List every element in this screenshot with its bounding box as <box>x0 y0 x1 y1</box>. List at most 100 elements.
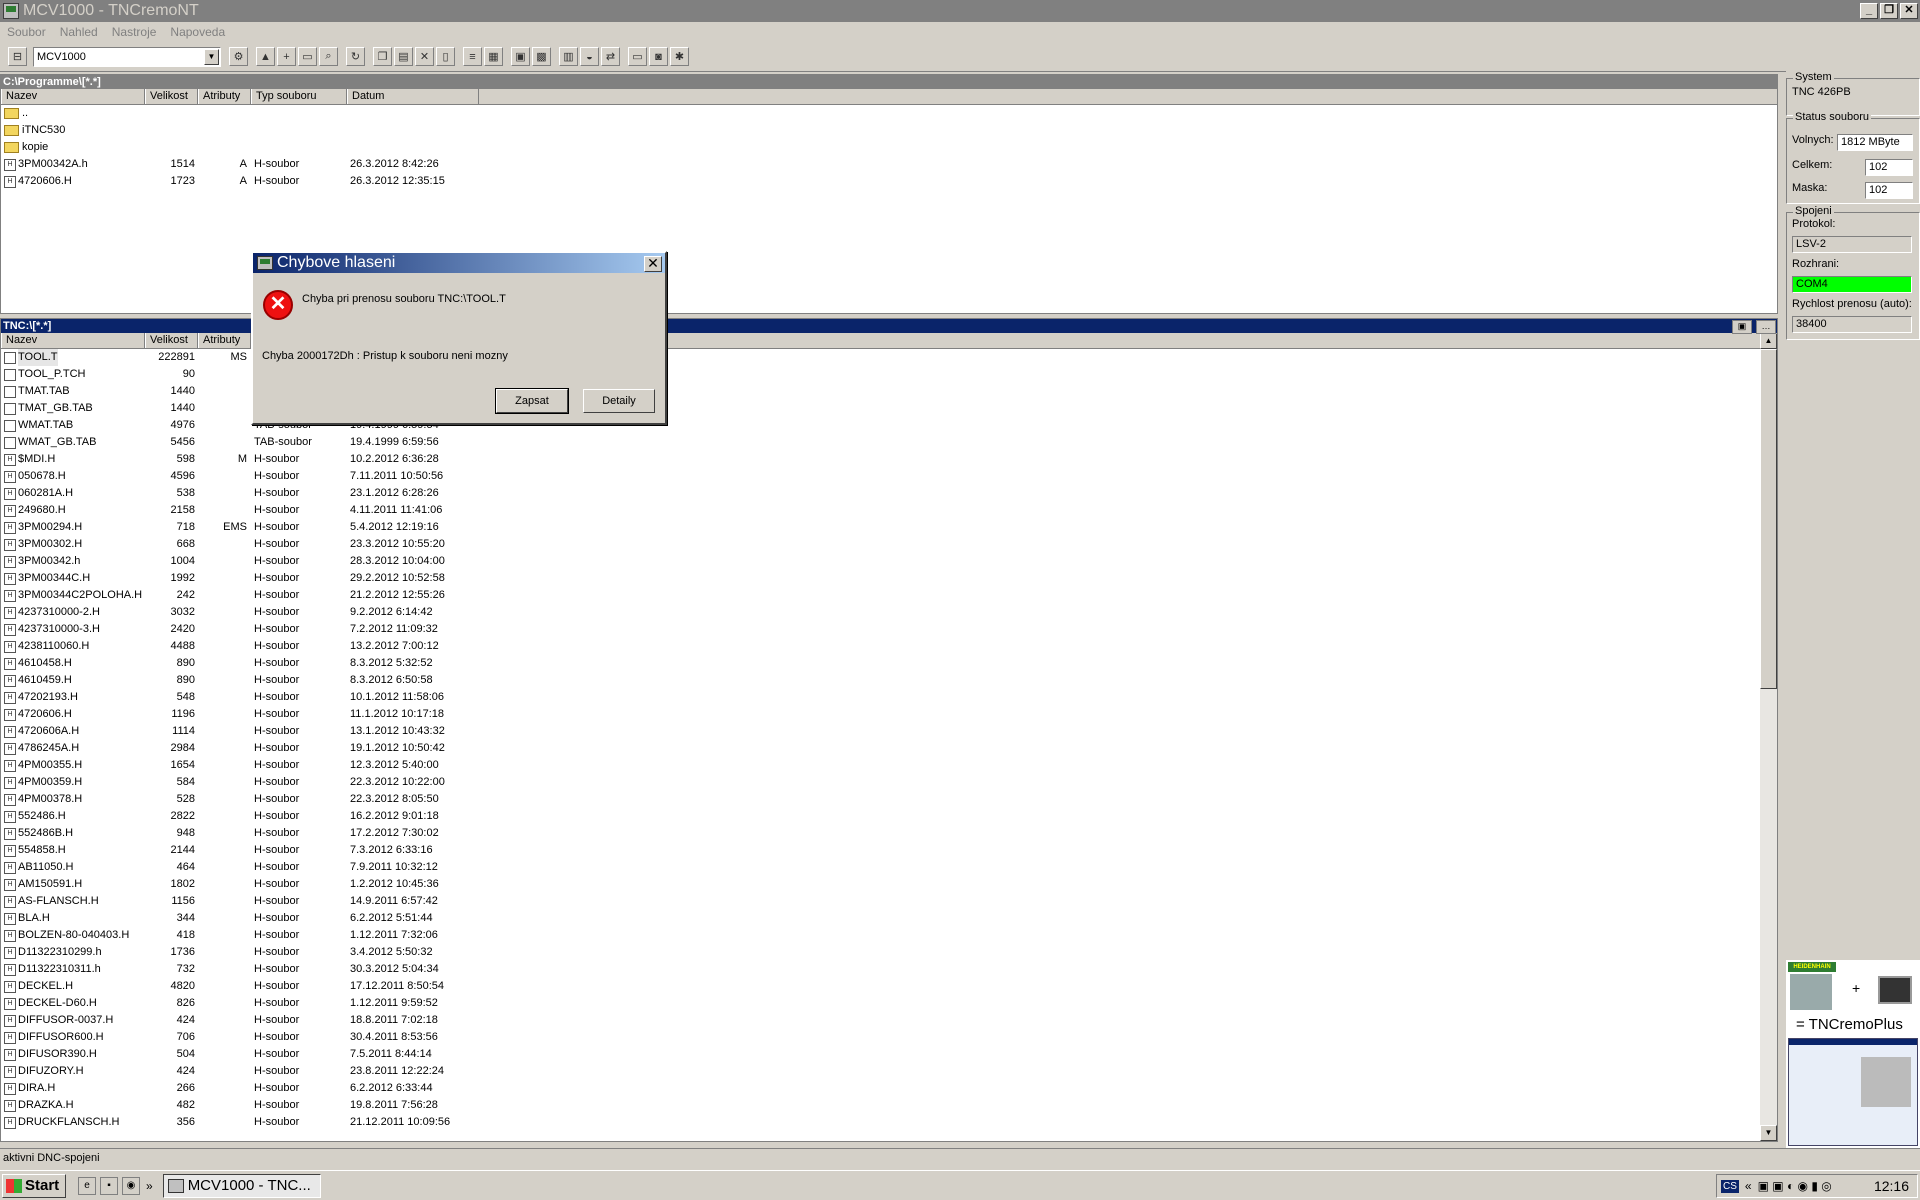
file-row[interactable]: H 4PM00355.H 1654 H-soubor 12.3.2012 5:40:00 <box>1 757 1777 774</box>
file-row[interactable]: H DRUCKFLANSCH.H 356 H-soubor 21.12.2011 10:… <box>1 1114 1777 1131</box>
file-row[interactable]: H $MDI.H 598 M H-soubor 10.2.2012 6:36:28 <box>1 451 1777 468</box>
file-row[interactable]: WMAT_GB.TAB 5456 TAB-soubor 19.4.1999 6:59:… <box>1 434 1777 451</box>
gear-icon[interactable]: ✱ <box>670 47 689 66</box>
file-row[interactable]: H AS-FLANSCH.H 1156 H-soubor 14.9.2011 6:57:… <box>1 893 1777 910</box>
col-size[interactable]: Velikost <box>145 89 198 104</box>
scroll-up-icon[interactable]: ▲ <box>1760 333 1777 349</box>
window-icon[interactable]: ▣ <box>511 47 530 66</box>
file-row[interactable]: H DECKEL-D60.H 826 H-soubor 1.12.2011 9:59:5… <box>1 995 1777 1012</box>
file-row[interactable]: H 4610459.H 890 H-soubor 8.3.2012 6:50:58 <box>1 672 1777 689</box>
file-row[interactable]: H 4720606.H 1723 A H-soubor 26.3.2012 12:35:1… <box>1 173 1777 190</box>
file-row[interactable]: H 4610458.H 890 H-soubor 8.3.2012 5:32:52 <box>1 655 1777 672</box>
menu-nahled[interactable]: Nahled <box>60 25 98 39</box>
search-icon[interactable]: ⌕ <box>319 47 338 66</box>
file-row[interactable]: H 4238110060.H 4488 H-soubor 13.2.2012 7:00:… <box>1 638 1777 655</box>
file-row[interactable]: H 552486.H 2822 H-soubor 16.2.2012 9:01:18 <box>1 808 1777 825</box>
refresh-icon[interactable]: ↻ <box>346 47 365 66</box>
settings-icon[interactable]: ⚙ <box>229 47 248 66</box>
file-row[interactable]: H DIFUSOR390.H 504 H-soubor 7.5.2011 8:44:14 <box>1 1046 1777 1063</box>
col-attr[interactable]: Atributy <box>198 333 251 348</box>
close-button[interactable]: ✕ <box>1900 3 1918 19</box>
folder-up-icon[interactable]: ▲ <box>256 47 275 66</box>
file-row[interactable]: H 4237310000-2.H 3032 H-soubor 9.2.2012 6:14… <box>1 604 1777 621</box>
maximize-button[interactable]: ❐ <box>1880 3 1898 19</box>
file-row[interactable]: H 3PM00294.H 718 EMS H-soubor 5.4.2012 12:19:… <box>1 519 1777 536</box>
file-row[interactable]: H D11322310311.h 732 H-soubor 30.3.2012 5:04… <box>1 961 1777 978</box>
file-row[interactable]: H 47202193.H 548 H-soubor 10.1.2012 11:58:06 <box>1 689 1777 706</box>
col-size[interactable]: Velikost <box>145 333 198 348</box>
disk-icon[interactable]: ◒ <box>580 47 599 66</box>
col-name[interactable]: Nazev <box>1 89 145 104</box>
file-row[interactable]: H 3PM00344C2POLOHA.H 242 H-soubor 21.2.2012 … <box>1 587 1777 604</box>
col-type[interactable]: Typ souboru <box>251 89 347 104</box>
file-row[interactable]: H AB11050.H 464 H-soubor 7.9.2011 10:32:12 <box>1 859 1777 876</box>
file-row[interactable]: H BLA.H 344 H-soubor 6.2.2012 5:51:44 <box>1 910 1777 927</box>
connection-combo[interactable]: MCV1000 ▼ <box>33 46 221 67</box>
detaily-button[interactable]: Detaily <box>583 389 655 413</box>
close-icon[interactable]: ✕ <box>644 256 662 272</box>
quicklaunch-more-icon[interactable]: » <box>146 1179 153 1193</box>
file-row[interactable]: H 552486B.H 948 H-soubor 17.2.2012 7:30:02 <box>1 825 1777 842</box>
file-row[interactable]: H 4786245A.H 2984 H-soubor 19.1.2012 10:50:4… <box>1 740 1777 757</box>
details-view-icon[interactable]: ▦ <box>484 47 503 66</box>
col-attr[interactable]: Atributy <box>198 89 251 104</box>
file-row[interactable]: H DIRA.H 266 H-soubor 6.2.2012 6:33:44 <box>1 1080 1777 1097</box>
list-view-icon[interactable]: ≡ <box>463 47 482 66</box>
file-row[interactable]: H 4720606A.H 1114 H-soubor 13.1.2012 10:43:3… <box>1 723 1777 740</box>
file-row[interactable]: H 3PM00344C.H 1992 H-soubor 29.2.2012 10:52:… <box>1 570 1777 587</box>
new-folder-icon[interactable]: + <box>277 47 296 66</box>
save-icon[interactable]: ▪ <box>100 1176 118 1195</box>
file-row[interactable]: H 554858.H 2144 H-soubor 7.3.2012 6:33:16 <box>1 842 1777 859</box>
file-row[interactable]: H DIFUZORY.H 424 H-soubor 23.8.2011 12:22:24 <box>1 1063 1777 1080</box>
chevron-down-icon[interactable]: ▼ <box>204 48 219 65</box>
chrome-icon[interactable]: ◉ <box>122 1176 140 1195</box>
file-row[interactable]: H 4720606.H 1196 H-soubor 11.1.2012 10:17:18 <box>1 706 1777 723</box>
file-row[interactable]: kopie <box>1 139 1777 156</box>
language-indicator[interactable]: CS <box>1721 1179 1739 1193</box>
scroll-thumb[interactable] <box>1760 349 1777 689</box>
start-button[interactable]: Start <box>2 1173 66 1198</box>
connection-icon[interactable]: ⊟ <box>8 47 27 66</box>
menu-nastroje[interactable]: Nastroje <box>112 25 157 39</box>
file-row[interactable]: H D11322310299.h 1736 H-soubor 3.4.2012 5:50… <box>1 944 1777 961</box>
tnc-scrollbar[interactable]: ▲ ▼ <box>1760 333 1777 1141</box>
rename-icon[interactable]: ▯ <box>436 47 455 66</box>
screen-icon[interactable]: ▭ <box>628 47 647 66</box>
more-button[interactable]: … <box>1756 320 1776 334</box>
machine-icon[interactable]: ▩ <box>532 47 551 66</box>
file-row[interactable]: .. <box>1 105 1777 122</box>
col-date[interactable]: Datum <box>347 89 479 104</box>
file-row[interactable]: H 050678.H 4596 H-soubor 7.11.2011 10:50:56 <box>1 468 1777 485</box>
file-row[interactable]: H 3PM00342.h 1004 H-soubor 28.3.2012 10:04:0… <box>1 553 1777 570</box>
copy-icon[interactable]: ❐ <box>373 47 392 66</box>
file-row[interactable]: H DIFFUSOR600.H 706 H-soubor 30.4.2011 8:53:… <box>1 1029 1777 1046</box>
file-row[interactable]: H DECKEL.H 4820 H-soubor 17.12.2011 8:50:54 <box>1 978 1777 995</box>
ie-icon[interactable]: e <box>78 1176 96 1195</box>
menu-napoveda[interactable]: Napoveda <box>170 25 225 39</box>
file-row[interactable]: iTNC530 <box>1 122 1777 139</box>
delete-icon[interactable]: ✕ <box>415 47 434 66</box>
scroll-down-icon[interactable]: ▼ <box>1760 1125 1777 1141</box>
file-row[interactable]: H 249680.H 2158 H-soubor 4.11.2011 11:41:06 <box>1 502 1777 519</box>
camera-icon[interactable]: ◙ <box>649 47 668 66</box>
file-row[interactable]: H AM150591.H 1802 H-soubor 1.2.2012 10:45:36 <box>1 876 1777 893</box>
taskbar-window-button[interactable]: MCV1000 - TNC... <box>162 1173 321 1198</box>
tray-expand-icon[interactable]: « <box>1745 1179 1752 1193</box>
open-icon[interactable]: ▤ <box>394 47 413 66</box>
minimize-button[interactable]: _ <box>1860 3 1878 19</box>
file-row[interactable]: H DRAZKA.H 482 H-soubor 19.8.2011 7:56:28 <box>1 1097 1777 1114</box>
file-row[interactable]: H DIFFUSOR-0037.H 424 H-soubor 18.8.2011 7:0… <box>1 1012 1777 1029</box>
tncremoplus-ad[interactable]: HEIDENHAIN + = TNCremoPlus <box>1786 960 1920 1148</box>
zapsat-button[interactable]: Zapsat <box>495 388 569 414</box>
file-row[interactable]: H 4237310000-3.H 2420 H-soubor 7.2.2012 11:0… <box>1 621 1777 638</box>
menu-soubor[interactable]: Soubor <box>7 25 46 39</box>
col-name[interactable]: Nazev <box>1 333 145 348</box>
transfer-icon[interactable]: ⇄ <box>601 47 620 66</box>
file-row[interactable]: H BOLZEN-80-040403.H 418 H-soubor 1.12.2011 … <box>1 927 1777 944</box>
tray-icons[interactable]: ▣ ▣ ◐ ◉ ▮ ◎ <box>1758 1179 1832 1193</box>
file-row[interactable]: H 060281A.H 538 H-soubor 23.1.2012 6:28:26 <box>1 485 1777 502</box>
folder-button[interactable]: ▣ <box>1732 320 1752 334</box>
open-folder-icon[interactable]: ▭ <box>298 47 317 66</box>
file-row[interactable]: H 3PM00342A.h 1514 A H-soubor 26.3.2012 8:42:… <box>1 156 1777 173</box>
file-row[interactable]: H 3PM00302.H 668 H-soubor 23.3.2012 10:55:20 <box>1 536 1777 553</box>
